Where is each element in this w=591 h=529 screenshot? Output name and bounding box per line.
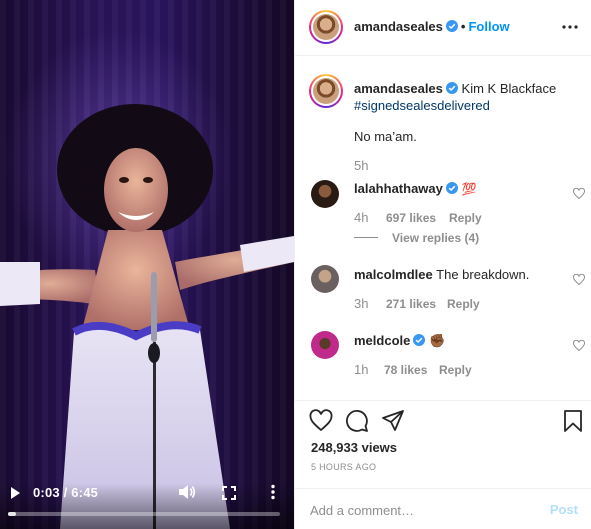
play-icon[interactable] xyxy=(8,486,22,500)
comment-time: 3h xyxy=(354,296,369,311)
caption-avatar[interactable] xyxy=(309,74,343,108)
heart-icon[interactable] xyxy=(309,409,333,433)
verified-badge-icon xyxy=(445,182,458,194)
comment-likes[interactable]: 271 likes xyxy=(386,297,436,311)
comment-likes[interactable]: 78 likes xyxy=(384,363,427,377)
avatar[interactable] xyxy=(309,10,343,44)
comment-avatar[interactable] xyxy=(311,180,339,208)
comment-username[interactable]: lalahhathaway xyxy=(354,181,443,196)
verified-badge-icon xyxy=(445,82,458,94)
caption: amandaseales Kim K Blackface #signedseal… xyxy=(354,80,574,114)
comment-time: 4h xyxy=(354,210,369,225)
comment-avatar[interactable] xyxy=(311,331,339,359)
fullscreen-icon[interactable] xyxy=(222,486,236,500)
post-button[interactable]: Post xyxy=(550,502,578,517)
comment-input[interactable] xyxy=(310,500,540,520)
comment-row: malcolmdlee The breakdown. xyxy=(354,266,529,283)
reply-button[interactable]: Reply xyxy=(449,211,482,225)
comment-row: meldcole ✊🏾 xyxy=(354,332,445,349)
like-comment-icon[interactable] xyxy=(573,340,585,352)
caption-body: No ma’am. xyxy=(354,129,417,144)
caption-text: Kim K Blackface xyxy=(461,81,557,96)
comment-time: 1h xyxy=(354,362,369,377)
comment-username[interactable]: malcolmdlee xyxy=(354,267,433,282)
comment-row: lalahhathaway 💯 xyxy=(354,180,476,198)
comment-text: ✊🏾 xyxy=(428,333,446,348)
header-username[interactable]: amandaseales xyxy=(354,19,443,34)
caption-username[interactable]: amandaseales xyxy=(354,81,443,96)
reply-button[interactable]: Reply xyxy=(439,363,472,377)
like-comment-icon[interactable] xyxy=(573,188,585,200)
more-vertical-icon[interactable] xyxy=(266,484,280,500)
view-replies-button[interactable]: View replies (4) xyxy=(392,231,479,245)
comment-text: 💯 xyxy=(461,182,477,196)
comment-username[interactable]: meldcole xyxy=(354,333,410,348)
comment-likes[interactable]: 697 likes xyxy=(386,211,436,225)
post-timestamp: 5 HOURS AGO xyxy=(311,462,377,472)
post-panel: amandaseales • Follow amandaseales Kim K B… xyxy=(294,0,591,529)
caption-hashtag[interactable]: #signedsealesdelivered xyxy=(354,98,490,113)
replies-divider xyxy=(354,237,378,238)
video-player[interactable]: 0:03 / 6:45 xyxy=(0,0,294,529)
volume-icon[interactable] xyxy=(178,484,196,500)
share-icon[interactable] xyxy=(381,409,405,433)
more-horizontal-icon[interactable] xyxy=(560,17,580,37)
comment-icon[interactable] xyxy=(345,409,369,433)
video-progress-bar[interactable] xyxy=(8,512,280,516)
comment-text: The breakdown. xyxy=(436,267,530,282)
like-comment-icon[interactable] xyxy=(573,274,585,286)
video-progress-fill xyxy=(8,512,17,516)
view-count[interactable]: 248,933 views xyxy=(311,440,397,455)
video-time: 0:03 / 6:45 xyxy=(33,485,99,500)
bookmark-icon[interactable] xyxy=(561,409,585,433)
verified-badge-icon xyxy=(413,334,426,346)
post-header: amandaseales • Follow xyxy=(295,0,591,56)
reply-button[interactable]: Reply xyxy=(447,297,480,311)
verified-badge-icon xyxy=(445,20,458,32)
caption-time: 5h xyxy=(354,158,369,173)
comment-avatar[interactable] xyxy=(311,265,339,293)
video-frame xyxy=(0,104,294,529)
header-separator: • xyxy=(460,19,466,34)
add-comment-bar: Post xyxy=(295,488,591,529)
follow-button[interactable]: Follow xyxy=(468,19,509,34)
